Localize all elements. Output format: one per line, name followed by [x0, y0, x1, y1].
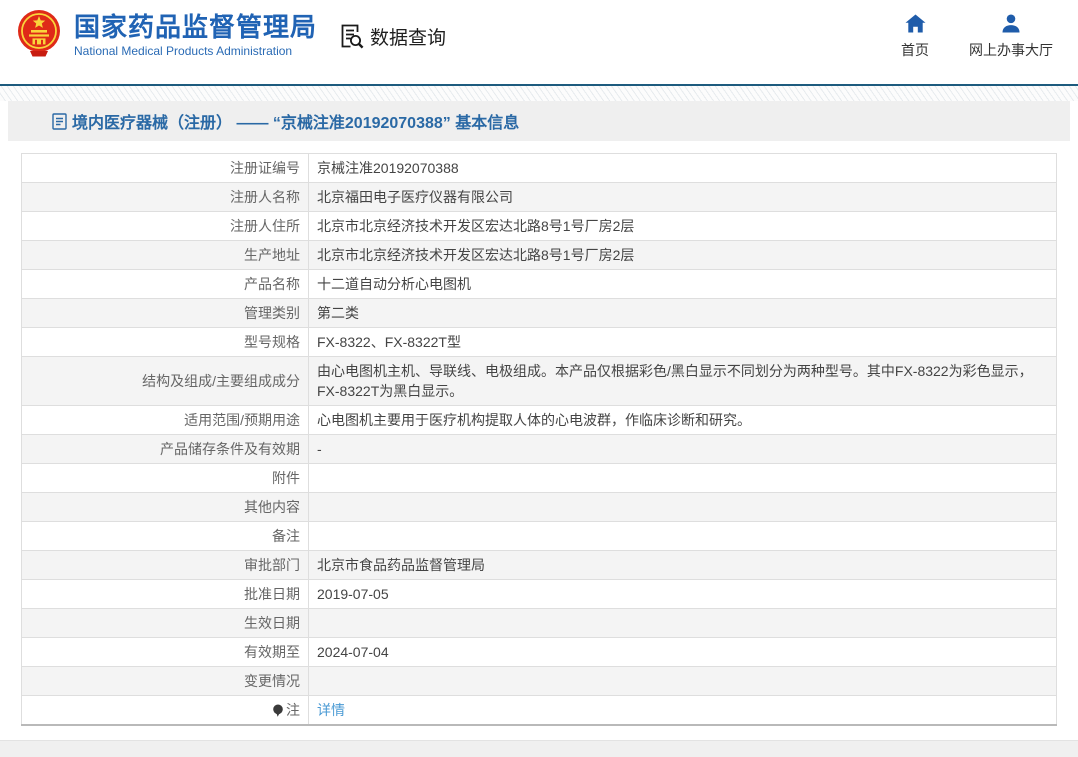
row-label: 管理类别 — [21, 298, 309, 328]
row-value: 北京福田电子医疗仪器有限公司 — [308, 182, 1057, 212]
stripe-band — [0, 86, 1078, 101]
row-label: 适用范围/预期用途 — [21, 405, 309, 435]
site-title: 国家药品监督管理局 — [74, 12, 318, 42]
row-value: 心电图机主要用于医疗机构提取人体的心电波群，作临床诊断和研究。 — [308, 405, 1057, 435]
table-row: 结构及组成/主要组成成分 由心电图机主机、导联线、电极组成。本产品仅根据彩色/黑白… — [21, 356, 1057, 406]
row-label: 备注 — [21, 521, 309, 551]
table-row: 批准日期 2019-07-05 — [21, 579, 1057, 609]
table-row: 其他内容 — [21, 492, 1057, 522]
national-emblem-logo — [18, 10, 60, 57]
table-row: 有效期至 2024-07-04 — [21, 637, 1057, 667]
data-query-icon — [341, 24, 364, 49]
page-title: 境内医疗器械（注册） —— “京械注准20192070388” 基本信息 — [72, 115, 520, 132]
row-label: 有效期至 — [21, 637, 309, 667]
row-value: 第二类 — [308, 298, 1057, 328]
nav-service-hall-label: 网上办事大厅 — [969, 42, 1053, 58]
row-label: 生产地址 — [21, 240, 309, 270]
table-row: 生产地址 北京市北京经济技术开发区宏达北路8号1号厂房2层 — [21, 240, 1057, 270]
document-icon — [52, 112, 67, 130]
data-query-label: 数据查询 — [370, 27, 447, 49]
details-link[interactable]: 详情 — [317, 702, 345, 718]
table-row: 注册人住所 北京市北京经济技术开发区宏达北路8号1号厂房2层 — [21, 211, 1057, 241]
info-table: 注册证编号 京械注准20192070388 注册人名称 北京福田电子医疗仪器有限公司注… — [21, 153, 1057, 726]
table-row: 注册人名称 北京福田电子医疗仪器有限公司 — [21, 182, 1057, 212]
table-row: 注册证编号 京械注准20192070388 — [21, 153, 1057, 183]
nav-home-label: 首页 — [901, 42, 929, 58]
table-row: 生效日期 — [21, 608, 1057, 638]
table-row: 产品名称 十二道自动分析心电图机 — [21, 269, 1057, 299]
row-label: 附件 — [21, 463, 309, 493]
user-icon — [1002, 14, 1020, 33]
top-nav: 首页 网上办事大厅 — [901, 14, 1053, 60]
row-value — [308, 521, 1057, 551]
main-panel: 境内医疗器械（注册） —— “京械注准20192070388” 基本信息 注册证… — [8, 101, 1070, 740]
row-label: 生效日期 — [21, 608, 309, 638]
row-label: 型号规格 — [21, 327, 309, 357]
row-value — [308, 666, 1057, 696]
row-label: 其他内容 — [21, 492, 309, 522]
row-value: 京械注准20192070388 — [308, 153, 1057, 183]
table-row: 型号规格 FX-8322、FX-8322T型 — [21, 327, 1057, 357]
row-value: 详情 — [308, 695, 1057, 726]
bottom-strip — [0, 740, 1078, 757]
row-value — [308, 463, 1057, 493]
row-label: 注册证编号 — [21, 153, 309, 183]
row-value: 2019-07-05 — [308, 579, 1057, 609]
row-label: 产品名称 — [21, 269, 309, 299]
row-label: 结构及组成/主要组成成分 — [21, 356, 309, 406]
row-value: - — [308, 434, 1057, 464]
row-value: 2024-07-04 — [308, 637, 1057, 667]
row-value: 由心电图机主机、导联线、电极组成。本产品仅根据彩色/黑白显示不同划分为两种型号。… — [308, 356, 1057, 406]
nav-home[interactable]: 首页 — [901, 14, 929, 60]
table-row: 审批部门 北京市食品药品监督管理局 — [21, 550, 1057, 580]
row-value: 北京市食品药品监督管理局 — [308, 550, 1057, 580]
row-label: 批准日期 — [21, 579, 309, 609]
row-value — [308, 492, 1057, 522]
info-table-body: 注册证编号 京械注准20192070388 注册人名称 北京福田电子医疗仪器有限公司注… — [21, 153, 1057, 726]
row-label: 变更情况 — [21, 666, 309, 696]
row-value: 北京市北京经济技术开发区宏达北路8号1号厂房2层 — [308, 211, 1057, 241]
row-label: 注 — [21, 695, 309, 726]
site-subtitle: National Medical Products Administration — [74, 44, 293, 58]
content-area: 注册证编号 京械注准20192070388 注册人名称 北京福田电子医疗仪器有限公司注… — [8, 141, 1070, 740]
site-header: 国家药品监督管理局 National Medical Products Admi… — [0, 0, 1078, 86]
table-row: 备注 — [21, 521, 1057, 551]
row-label: 审批部门 — [21, 550, 309, 580]
row-value — [308, 608, 1057, 638]
note-balloon-icon — [273, 704, 283, 717]
table-row: 适用范围/预期用途 心电图机主要用于医疗机构提取人体的心电波群，作临床诊断和研究。 — [21, 405, 1057, 435]
table-row: 附件 — [21, 463, 1057, 493]
data-query-tab[interactable]: 数据查询 — [337, 22, 446, 50]
row-value: FX-8322、FX-8322T型 — [308, 327, 1057, 357]
row-label: 注册人住所 — [21, 211, 309, 241]
row-label: 注册人名称 — [21, 182, 309, 212]
table-row: 管理类别 第二类 — [21, 298, 1057, 328]
table-row: 变更情况 — [21, 666, 1057, 696]
table-row: 注详情 — [21, 695, 1057, 726]
table-row: 产品储存条件及有效期 - — [21, 434, 1057, 464]
home-icon — [905, 14, 925, 33]
row-label: 产品储存条件及有效期 — [21, 434, 309, 464]
page-title-bar: 境内医疗器械（注册） —— “京械注准20192070388” 基本信息 — [8, 101, 1070, 141]
row-value: 十二道自动分析心电图机 — [308, 269, 1057, 299]
row-value: 北京市北京经济技术开发区宏达北路8号1号厂房2层 — [308, 240, 1057, 270]
nav-service-hall[interactable]: 网上办事大厅 — [969, 14, 1053, 60]
